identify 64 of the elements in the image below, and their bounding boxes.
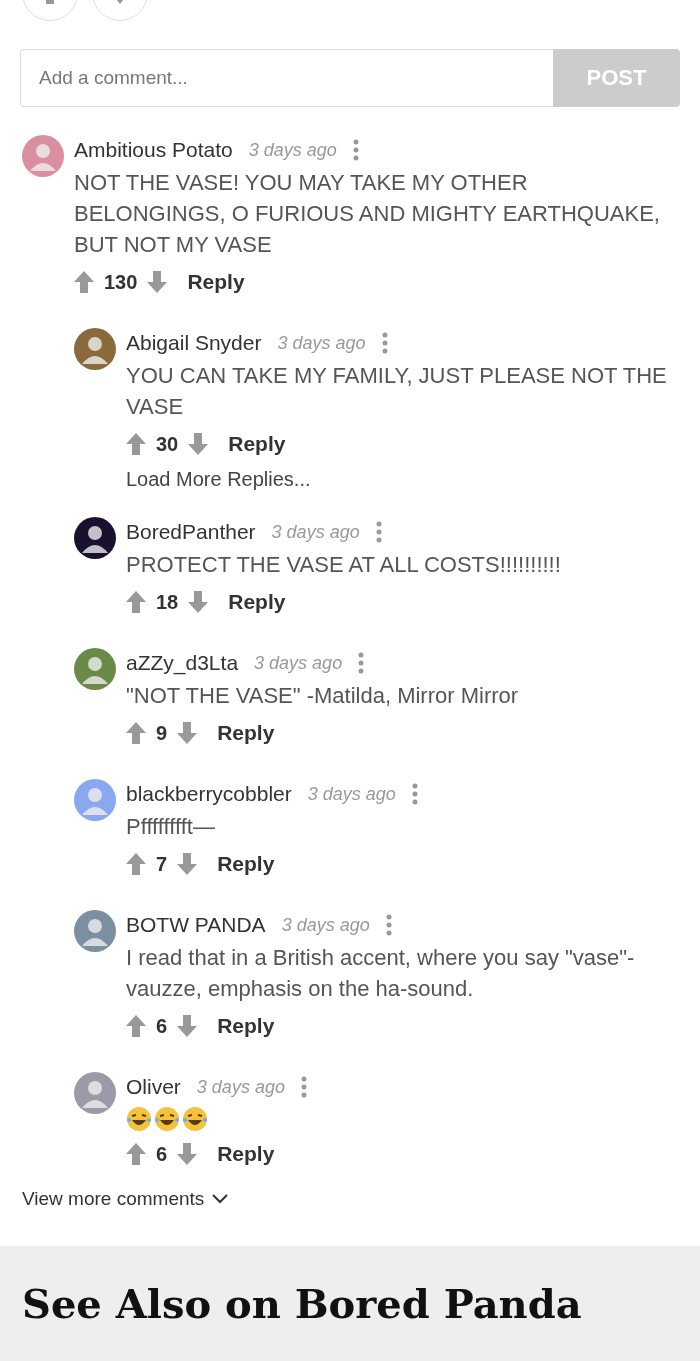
- reply-button[interactable]: Reply: [217, 1014, 275, 1038]
- vote-count: 7: [156, 852, 168, 876]
- reply-button[interactable]: Reply: [217, 1142, 275, 1166]
- more-options-icon[interactable]: [358, 652, 365, 674]
- comment-text: I read that in a British accent, where you say "vase"-vauzze, emphasis on the ha-sound.: [126, 944, 636, 1003]
- downvote-icon[interactable]: [177, 1143, 198, 1165]
- section-title: See Also on Bored Panda: [22, 1280, 583, 1327]
- downvote-icon[interactable]: [188, 591, 209, 613]
- author-name[interactable]: Ambitious Potato: [74, 138, 233, 162]
- comment-input[interactable]: Add a comment...: [20, 49, 553, 107]
- reply-button[interactable]: Reply: [228, 432, 286, 456]
- more-options-icon[interactable]: [352, 139, 359, 161]
- downvote-icon[interactable]: [177, 853, 198, 875]
- comment-time: 3 days ago: [254, 652, 343, 674]
- author-name[interactable]: blackberrycobbler: [126, 782, 292, 806]
- reply-button[interactable]: Reply: [228, 590, 286, 614]
- comment-text: NOT THE VASE! YOU MAY TAKE MY OTHER BELONGINGS, O FURIOUS AND MIGHTY EARTHQUAKE, BUT NOT MY VASE: [74, 169, 661, 259]
- downvote-icon[interactable]: [177, 722, 198, 744]
- upvote-icon[interactable]: [74, 271, 94, 293]
- more-options-icon[interactable]: [411, 783, 418, 805]
- author-name[interactable]: aZZy_d3Lta: [126, 651, 239, 675]
- upvote-icon[interactable]: [126, 722, 146, 744]
- comment-time: 3 days ago: [277, 332, 366, 354]
- upvote-icon[interactable]: [126, 853, 146, 875]
- view-more-comments-button[interactable]: View more comments: [22, 1188, 229, 1210]
- author-name[interactable]: BoredPanther: [126, 520, 256, 544]
- vote-count: 6: [156, 1142, 168, 1166]
- vote-count: 130: [104, 270, 138, 294]
- vote-count: 6: [156, 1014, 168, 1038]
- laughing-face-icon: [154, 1106, 180, 1132]
- more-options-icon[interactable]: [385, 914, 392, 936]
- avatar-icon[interactable]: [74, 517, 116, 559]
- chevron-down-icon: [212, 1194, 229, 1204]
- author-name[interactable]: Abigail Snyder: [126, 331, 262, 355]
- comment-time: 3 days ago: [271, 521, 360, 543]
- comment-text: PROTECT THE VASE AT ALL COSTS!!!!!!!!!!: [126, 551, 562, 579]
- comment-text: "NOT THE VASE" -Matilda, Mirror Mirror: [126, 682, 520, 710]
- upvote-icon[interactable]: [126, 591, 146, 613]
- reply-button[interactable]: Reply: [187, 270, 245, 294]
- comment-time: 3 days ago: [248, 139, 337, 161]
- reply-button[interactable]: Reply: [217, 721, 275, 745]
- vote-count: 18: [156, 590, 179, 614]
- upvote-icon[interactable]: [126, 1015, 146, 1037]
- upvote-icon[interactable]: [126, 433, 146, 455]
- upvote-icon[interactable]: [126, 1143, 146, 1165]
- comment-text: Pfffffffft—: [126, 813, 216, 841]
- more-options-icon[interactable]: [300, 1076, 307, 1098]
- more-options-icon[interactable]: [375, 521, 382, 543]
- downvote-icon[interactable]: [188, 433, 209, 455]
- vote-count: 9: [156, 721, 168, 745]
- comment-time: 3 days ago: [196, 1076, 285, 1098]
- downvote-icon[interactable]: [147, 271, 168, 293]
- more-options-icon[interactable]: [381, 332, 388, 354]
- laughing-face-icon: [126, 1106, 152, 1132]
- load-more-replies-link[interactable]: Load More Replies...: [126, 468, 311, 491]
- reply-button[interactable]: Reply: [217, 852, 275, 876]
- comment-text: YOU CAN TAKE MY FAMILY, JUST PLEASE NOT THE VASE: [126, 362, 668, 421]
- laughing-face-icon: [182, 1106, 208, 1132]
- author-name[interactable]: Oliver: [126, 1075, 181, 1099]
- comment-time: 3 days ago: [281, 914, 370, 936]
- downvote-icon[interactable]: [177, 1015, 198, 1037]
- vote-count: 30: [156, 432, 179, 456]
- comment-time: 3 days ago: [307, 783, 396, 805]
- author-name[interactable]: BOTW PANDA: [126, 913, 266, 937]
